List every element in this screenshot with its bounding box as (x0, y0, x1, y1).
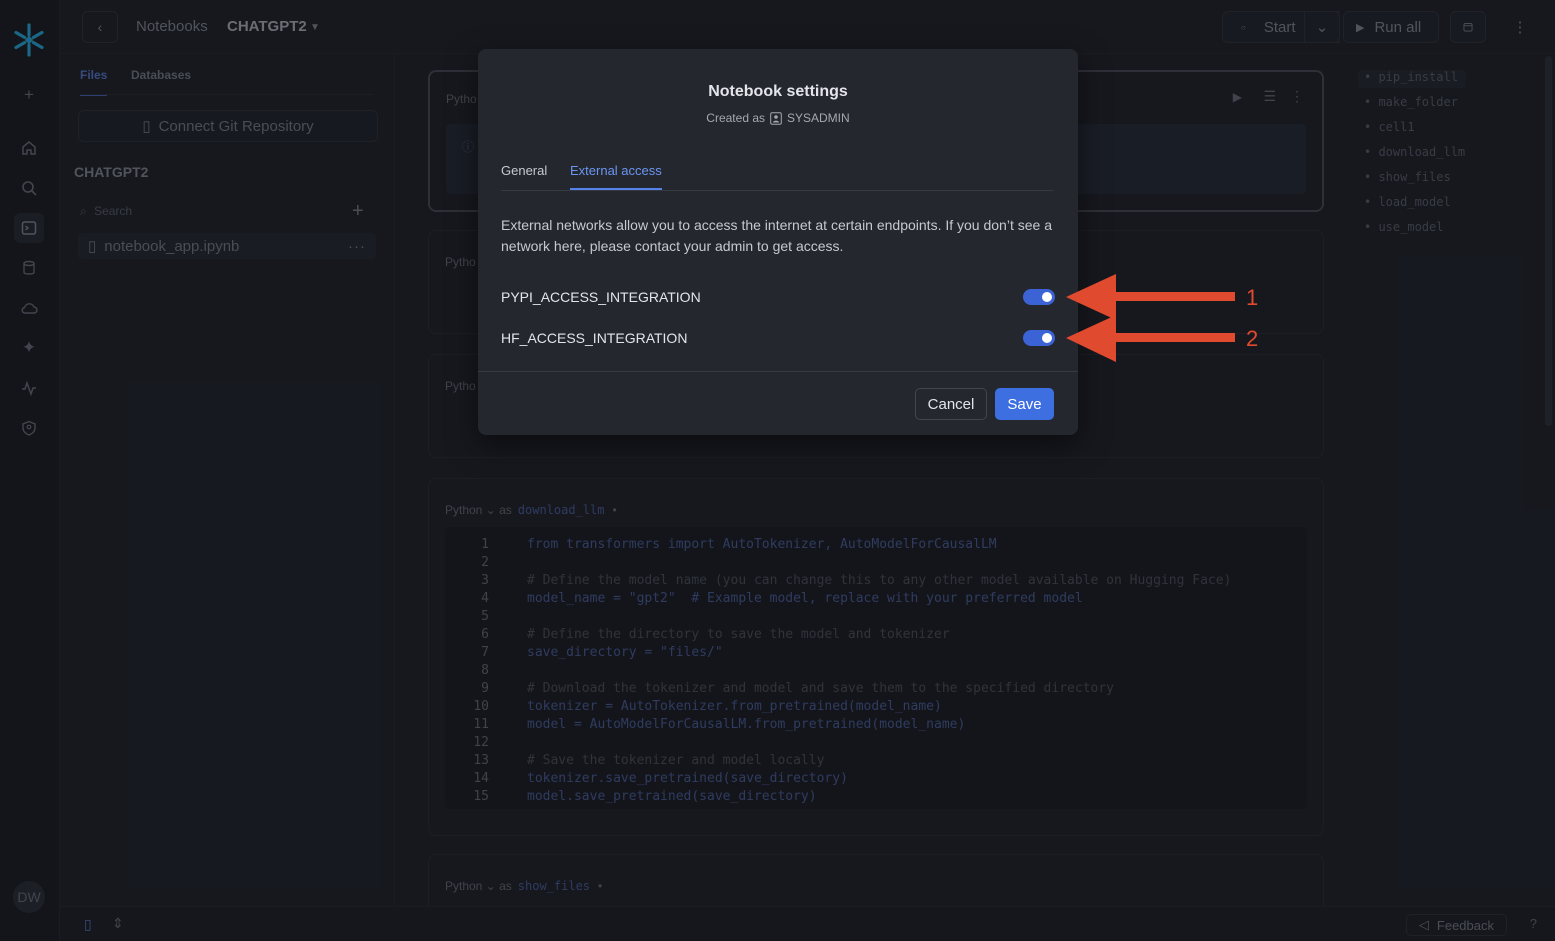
external-access-description: External networks allow you to access th… (501, 217, 1052, 254)
dialog-title: Notebook settings (708, 83, 848, 100)
notebook-settings-dialog: Notebook settings Created as SYSADMIN Ge… (478, 49, 1078, 435)
active-tab-underline (570, 188, 662, 190)
toggle-knob (1042, 292, 1052, 302)
toggle-knob (1042, 333, 1052, 343)
integration-label: HF_ACCESS_INTEGRATION (501, 330, 688, 346)
annotation-arrow-icon (1066, 315, 1235, 362)
cancel-button[interactable]: Cancel (915, 388, 987, 420)
integration-row-hf: HF_ACCESS_INTEGRATION (501, 328, 1055, 348)
save-button[interactable]: Save (995, 388, 1054, 420)
pypi-access-toggle[interactable] (1023, 289, 1055, 305)
annotation-arrows (1066, 274, 1235, 362)
tab-external-access[interactable]: External access (570, 163, 662, 178)
annotation-arrow-icon (1066, 274, 1235, 320)
annotation-number: 1 (1246, 285, 1259, 310)
dialog-tabs: General External access (501, 163, 1054, 191)
integration-row-pypi: PYPI_ACCESS_INTEGRATION (501, 287, 1055, 307)
user-role-icon (770, 111, 782, 125)
integration-label: PYPI_ACCESS_INTEGRATION (501, 289, 701, 305)
hf-access-toggle[interactable] (1023, 330, 1055, 346)
tab-general[interactable]: General (501, 163, 547, 178)
created-as: Created as SYSADMIN (706, 111, 850, 125)
annotation-number: 2 (1246, 326, 1259, 351)
dialog-footer-divider (478, 371, 1078, 372)
